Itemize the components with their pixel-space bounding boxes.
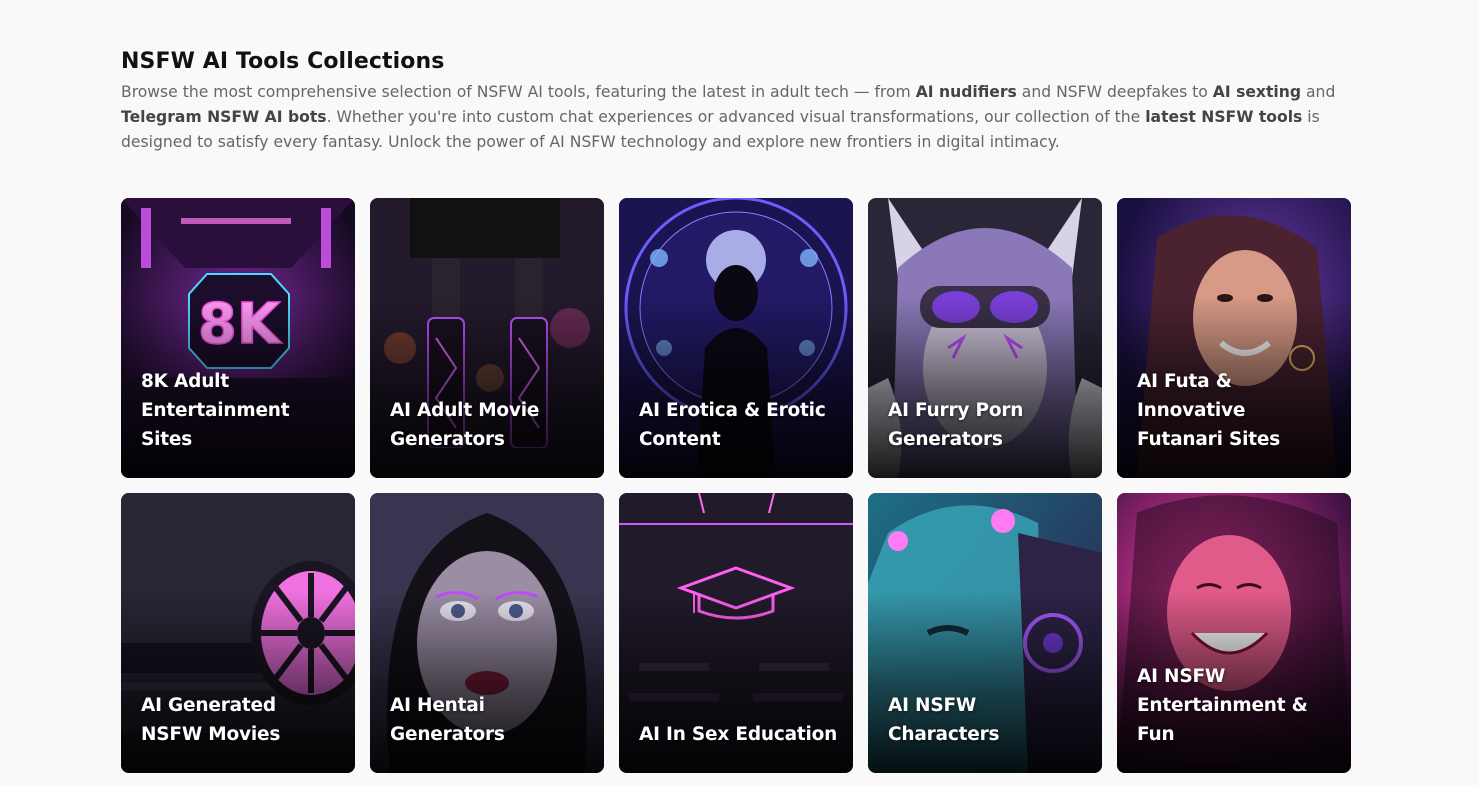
intro-bold: AI sexting <box>1212 83 1302 101</box>
page-title: NSFW AI Tools Collections <box>121 49 445 74</box>
card-title: AI Erotica & Erotic Content <box>639 400 826 450</box>
card-title: 8K Adult Entertainment Sites <box>141 371 290 450</box>
intro-bold: Telegram NSFW AI bots <box>121 108 327 126</box>
intro-text: and NSFW deepfakes to <box>1016 83 1213 101</box>
collection-card-ai-hentai-generators[interactable]: AI Hentai Generators <box>370 493 604 773</box>
collection-card-8k-adult-entertainment[interactable]: 8K 8K Adult Entertainment Sites <box>121 198 355 478</box>
collections-grid: 8K 8K Adult Entertainment Sites AI Adult… <box>121 198 1351 773</box>
card-title: AI Furry Porn Generators <box>888 400 1024 450</box>
collection-card-ai-nsfw-entertainment[interactable]: AI NSFW Entertainment & Fun <box>1117 493 1351 773</box>
collection-card-ai-in-sex-education[interactable]: AI In Sex Education <box>619 493 853 773</box>
intro-text: and <box>1301 83 1336 101</box>
collection-card-ai-futa[interactable]: AI Futa & Innovative Futanari Sites <box>1117 198 1351 478</box>
intro-text: Browse the most comprehensive selection … <box>121 83 916 101</box>
card-title: AI Hentai Generators <box>390 695 505 745</box>
collections-header: NSFW AI Tools Collections Browse the mos… <box>121 46 1351 155</box>
intro-paragraph: Browse the most comprehensive selection … <box>121 80 1341 155</box>
intro-bold: latest NSFW tools <box>1145 108 1303 126</box>
card-title: AI Futa & Innovative Futanari Sites <box>1137 371 1281 450</box>
card-title: AI In Sex Education <box>639 724 838 745</box>
card-title: AI NSFW Entertainment & Fun <box>1137 666 1308 745</box>
collection-card-ai-furry-porn-generators[interactable]: AI Furry Porn Generators <box>868 198 1102 478</box>
card-title: AI Adult Movie Generators <box>390 400 540 450</box>
intro-bold: AI nudifiers <box>915 83 1017 101</box>
card-title: AI Generated NSFW Movies <box>141 695 281 745</box>
collection-card-ai-erotica[interactable]: AI Erotica & Erotic Content <box>619 198 853 478</box>
intro-text: . Whether you're into custom chat experi… <box>326 108 1146 126</box>
collection-card-ai-nsfw-characters[interactable]: AI NSFW Characters <box>868 493 1102 773</box>
card-title: AI NSFW Characters <box>888 695 1000 745</box>
collection-card-ai-adult-movie-generators[interactable]: AI Adult Movie Generators <box>370 198 604 478</box>
collection-card-ai-generated-nsfw-movies[interactable]: AI Generated NSFW Movies <box>121 493 355 773</box>
